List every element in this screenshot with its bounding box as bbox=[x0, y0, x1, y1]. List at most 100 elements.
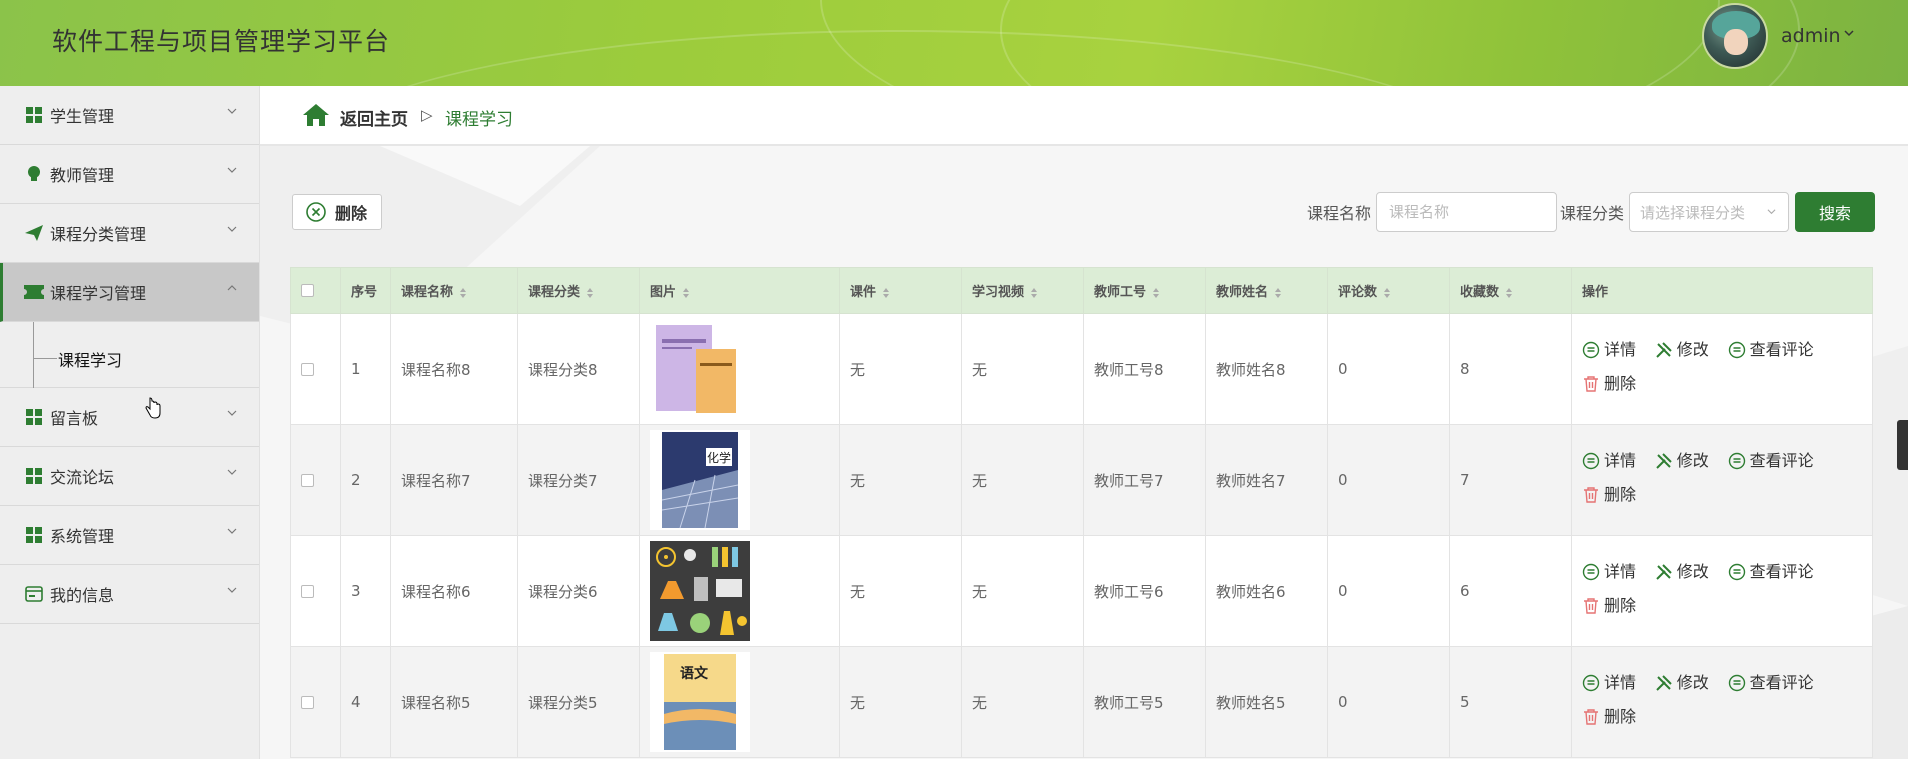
id-card-icon bbox=[24, 584, 44, 604]
course-thumbnail[interactable] bbox=[650, 319, 750, 419]
column-header-label: 学习视频 bbox=[972, 285, 1025, 300]
chemistry-cover-text: 化学 bbox=[707, 450, 731, 465]
batch-delete-label: 删除 bbox=[335, 204, 368, 223]
sort-icon[interactable] bbox=[1274, 287, 1282, 299]
view-comments-button[interactable]: 查看评论 bbox=[1728, 446, 1814, 476]
course-name-input[interactable] bbox=[1376, 192, 1557, 232]
row-checkbox[interactable] bbox=[301, 474, 314, 487]
column-header-sortable[interactable]: 教师工号 bbox=[1083, 267, 1206, 314]
chevron-down-icon bbox=[1767, 209, 1776, 215]
cell-teacher-id: 教师工号6 bbox=[1083, 535, 1206, 647]
chevron-down-icon[interactable] bbox=[1844, 27, 1854, 42]
row-select-cell bbox=[290, 535, 341, 647]
column-header-sortable[interactable]: 收藏数 bbox=[1449, 267, 1572, 314]
cell-actions: 详情 修改 查看评论 删除 bbox=[1571, 535, 1873, 647]
bulb-icon bbox=[24, 164, 44, 184]
column-header-sortable[interactable]: 课程名称 bbox=[390, 267, 518, 314]
column-header-sortable[interactable]: 评论数 bbox=[1327, 267, 1450, 314]
cell-actions: 详情 修改 查看评论 删除 bbox=[1571, 313, 1873, 425]
user-menu[interactable]: admin bbox=[1781, 25, 1841, 47]
trash-icon bbox=[1584, 376, 1598, 392]
cell-no: 1 bbox=[340, 313, 391, 425]
sort-icon[interactable] bbox=[1030, 287, 1038, 299]
cell-image: 化学 bbox=[639, 424, 840, 536]
detail-icon bbox=[1582, 341, 1600, 359]
column-header-sortable[interactable]: 图片 bbox=[639, 267, 840, 314]
column-header-label: 课件 bbox=[850, 285, 877, 300]
cell-comments: 0 bbox=[1327, 535, 1450, 647]
select-all-checkbox[interactable] bbox=[301, 284, 314, 297]
column-header-label: 收藏数 bbox=[1460, 285, 1500, 300]
cell-course-name: 课程名称7 bbox=[390, 424, 518, 536]
grid-icon bbox=[24, 407, 44, 427]
sidebar-item-message-board[interactable]: 留言板 bbox=[0, 388, 259, 447]
view-comments-button[interactable]: 查看评论 bbox=[1728, 557, 1814, 587]
cell-courseware: 无 bbox=[839, 535, 962, 647]
search-button[interactable]: 搜索 bbox=[1795, 192, 1875, 232]
course-type-select[interactable]: 请选择课程分类 bbox=[1629, 192, 1789, 232]
wrench-icon bbox=[1656, 564, 1672, 580]
sort-icon[interactable] bbox=[1152, 287, 1160, 299]
row-checkbox[interactable] bbox=[301, 696, 314, 709]
sidebar-item-forum[interactable]: 交流论坛 bbox=[0, 447, 259, 506]
wrench-icon bbox=[1656, 453, 1672, 469]
sidebar-item-system-management[interactable]: 系统管理 bbox=[0, 506, 259, 565]
detail-button[interactable]: 详情 bbox=[1582, 557, 1636, 587]
sort-icon[interactable] bbox=[1383, 287, 1391, 299]
course-thumbnail[interactable]: 化学 bbox=[650, 430, 750, 530]
sort-icon[interactable] bbox=[586, 287, 594, 299]
detail-button[interactable]: 详情 bbox=[1582, 446, 1636, 476]
comment-icon bbox=[1728, 563, 1745, 581]
view-comments-button[interactable]: 查看评论 bbox=[1728, 335, 1814, 365]
sidebar-item-student-management[interactable]: 学生管理 bbox=[0, 86, 259, 145]
course-thumbnail[interactable]: 语文 bbox=[650, 652, 750, 752]
batch-delete-button[interactable]: 删除 bbox=[292, 194, 382, 230]
hand-cursor-icon bbox=[145, 397, 161, 419]
column-header-sortable[interactable]: 课件 bbox=[839, 267, 962, 314]
column-header: 操作 bbox=[1571, 267, 1873, 314]
table-row: 4 课程名称5 课程分类5 语文 无 无 教师工号5 教师姓名5 0 5 详情 … bbox=[290, 646, 1873, 758]
home-icon[interactable] bbox=[302, 103, 330, 127]
edit-button[interactable]: 修改 bbox=[1655, 335, 1709, 365]
sidebar-item-teacher-management[interactable]: 教师管理 bbox=[0, 145, 259, 204]
edit-button[interactable]: 修改 bbox=[1655, 668, 1709, 698]
delete-button[interactable]: 删除 bbox=[1582, 591, 1636, 621]
column-header-sortable[interactable]: 学习视频 bbox=[961, 267, 1084, 314]
sort-icon[interactable] bbox=[1505, 287, 1513, 299]
delete-button[interactable]: 删除 bbox=[1582, 480, 1636, 510]
course-name-label: 课程名称 bbox=[1307, 204, 1372, 223]
paper-plane-icon bbox=[24, 223, 44, 243]
sidebar-item-course-category[interactable]: 课程分类管理 bbox=[0, 204, 259, 263]
row-checkbox[interactable] bbox=[301, 363, 314, 376]
sort-icon[interactable] bbox=[682, 287, 690, 299]
edit-button[interactable]: 修改 bbox=[1655, 446, 1709, 476]
delete-label: 删除 bbox=[1604, 707, 1637, 726]
edit-label: 修改 bbox=[1676, 451, 1709, 470]
breadcrumb-home-link[interactable]: 返回主页 bbox=[340, 105, 408, 130]
cell-video: 无 bbox=[961, 313, 1084, 425]
avatar[interactable] bbox=[1702, 3, 1768, 69]
sidebar-subitem-course-study[interactable]: 课程学习 bbox=[0, 322, 259, 388]
side-panel-toggle[interactable] bbox=[1897, 420, 1908, 470]
sidebar-item-course-study-management[interactable]: 课程学习管理 bbox=[0, 263, 259, 322]
edit-button[interactable]: 修改 bbox=[1655, 557, 1709, 587]
column-header-sortable[interactable]: 课程分类 bbox=[517, 267, 640, 314]
detail-button[interactable]: 详情 bbox=[1582, 335, 1636, 365]
view-comments-button[interactable]: 查看评论 bbox=[1728, 668, 1814, 698]
sort-icon[interactable] bbox=[882, 287, 890, 299]
delete-button[interactable]: 删除 bbox=[1582, 369, 1636, 399]
row-checkbox[interactable] bbox=[301, 585, 314, 598]
sidebar-item-my-info[interactable]: 我的信息 bbox=[0, 565, 259, 624]
cell-courseware: 无 bbox=[839, 646, 962, 758]
course-thumbnail[interactable] bbox=[650, 541, 750, 641]
column-header-sortable[interactable]: 教师姓名 bbox=[1205, 267, 1328, 314]
wrench-icon bbox=[1656, 675, 1672, 691]
row-select-cell bbox=[290, 424, 341, 536]
sidebar-item-label: 教师管理 bbox=[50, 166, 115, 185]
course-table: 序号 课程名称 课程分类 图片 课件 学习视频 教师工号 教师姓名 评论数 收藏… bbox=[290, 267, 1873, 758]
delete-button[interactable]: 删除 bbox=[1582, 702, 1636, 732]
cell-comments: 0 bbox=[1327, 646, 1450, 758]
cell-course-type: 课程分类7 bbox=[517, 424, 640, 536]
detail-button[interactable]: 详情 bbox=[1582, 668, 1636, 698]
sort-icon[interactable] bbox=[459, 287, 467, 299]
